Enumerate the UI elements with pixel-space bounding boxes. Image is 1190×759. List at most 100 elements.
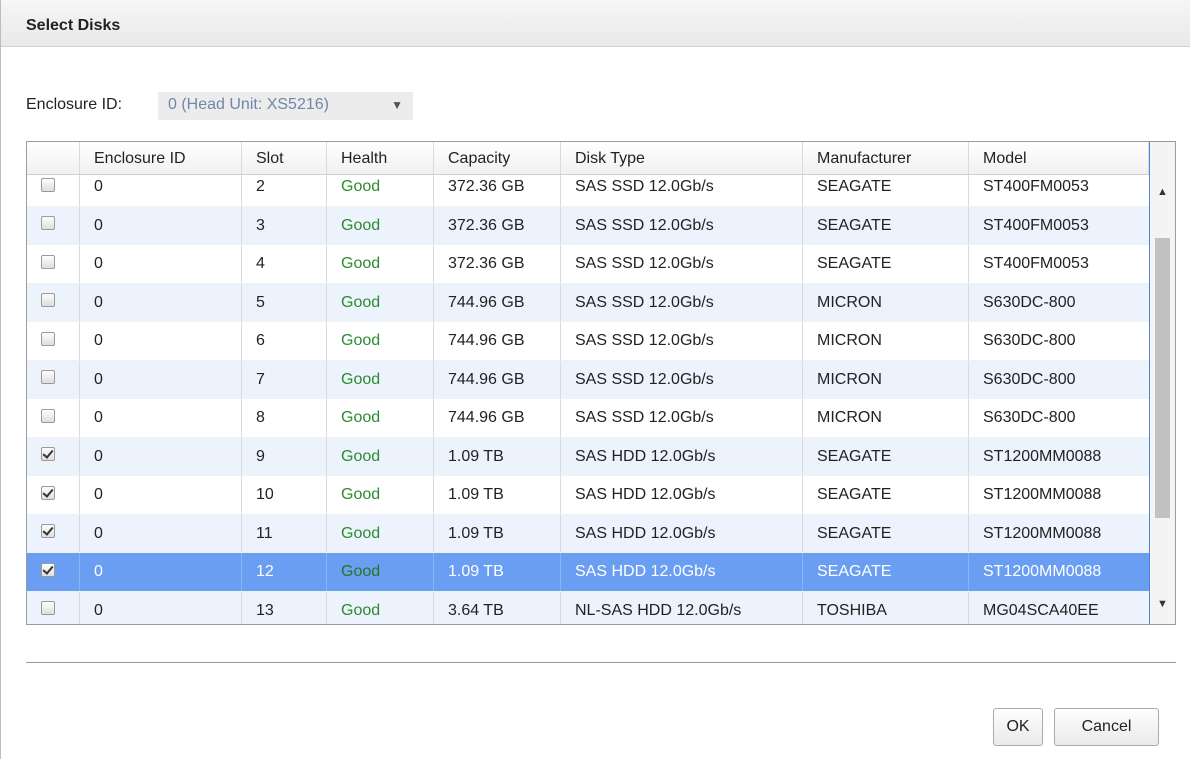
- table-row[interactable]: 0 12 Good 1.09 TB SAS HDD 12.0Gb/s SEAGATE ST1…: [27, 553, 1149, 592]
- header-col-disk-type[interactable]: Disk Type: [561, 142, 803, 174]
- capacity-cell: 744.96 GB: [434, 322, 561, 360]
- slot-cell: 13: [242, 591, 327, 624]
- slot-cell: 12: [242, 553, 327, 591]
- enclosure-id-cell: 0: [80, 437, 242, 475]
- table-row[interactable]: 0 4 Good 372.36 GB SAS SSD 12.0Gb/s SEAGATE ST…: [27, 245, 1149, 284]
- enclosure-select[interactable]: 0 (Head Unit: XS5216) ▼: [158, 92, 413, 120]
- manufacturer-cell: SEAGATE: [803, 206, 969, 244]
- slot-cell: 6: [242, 322, 327, 360]
- cancel-button[interactable]: Cancel: [1054, 708, 1159, 746]
- checkbox[interactable]: [41, 331, 55, 346]
- model-cell: S630DC-800: [983, 332, 1076, 349]
- checkbox[interactable]: [41, 177, 55, 192]
- scroll-up-icon[interactable]: ▲: [1150, 186, 1175, 206]
- disk-type-cell: SAS SSD 12.0Gb/s: [561, 322, 803, 360]
- header-col-model[interactable]: Model: [969, 142, 1149, 174]
- checkbox-checked[interactable]: [41, 447, 55, 462]
- header-col-capacity[interactable]: Capacity: [434, 142, 561, 174]
- model-cell: S630DC-800: [983, 293, 1076, 311]
- select-cell: [27, 437, 80, 475]
- model-cell: S630DC-800: [983, 370, 1076, 388]
- select-cell: [27, 591, 80, 624]
- disk-type-cell: SAS HDD 12.0Gb/s: [561, 514, 803, 552]
- model-cell: ST1200MM0088: [983, 486, 1102, 503]
- manufacturer-cell: MICRON: [803, 360, 969, 398]
- capacity-cell: 744.96 GB: [434, 399, 561, 437]
- capacity-cell: 1.09 TB: [434, 553, 561, 591]
- disk-type-cell: SAS HDD 12.0Gb/s: [561, 476, 803, 514]
- health-cell: Good: [327, 360, 434, 398]
- table-row[interactable]: 0 9 Good 1.09 TB SAS HDD 12.0Gb/s SEAGATE ST12…: [27, 437, 1149, 476]
- scroll-down-icon[interactable]: ▼: [1150, 598, 1175, 618]
- model-cell: S630DC-800: [983, 409, 1076, 426]
- disk-type-cell: SAS SSD 12.0Gb/s: [561, 245, 803, 283]
- table-row[interactable]: 0 3 Good 372.36 GB SAS SSD 12.0Gb/s SEAGATE ST…: [27, 206, 1149, 245]
- table-row[interactable]: 0 5 Good 744.96 GB SAS SSD 12.0Gb/s MICRON S63…: [27, 283, 1149, 322]
- disk-type-cell: SAS SSD 12.0Gb/s: [561, 360, 803, 398]
- table-row[interactable]: 0 6 Good 744.96 GB SAS SSD 12.0Gb/s MICRON S63…: [27, 322, 1149, 361]
- disk-type-cell: SAS HDD 12.0Gb/s: [561, 437, 803, 475]
- disk-type-cell: SAS SSD 12.0Gb/s: [561, 283, 803, 321]
- select-cell: [27, 476, 80, 514]
- disk-type-cell: SAS SSD 12.0Gb/s: [561, 399, 803, 437]
- scroll-thumb[interactable]: [1155, 238, 1170, 518]
- health-cell: Good: [327, 514, 434, 552]
- table-row[interactable]: 0 11 Good 1.09 TB SAS HDD 12.0Gb/s SEAGATE ST1…: [27, 514, 1149, 553]
- select-cell: [27, 245, 80, 283]
- manufacturer-cell: MICRON: [803, 283, 969, 321]
- checkbox-checked[interactable]: [41, 562, 55, 577]
- enclosure-id-cell: 0: [80, 514, 242, 552]
- table-row[interactable]: 0 8 Good 744.96 GB SAS SSD 12.0Gb/s MICRON S63…: [27, 399, 1149, 438]
- capacity-cell: 1.09 TB: [434, 476, 561, 514]
- table-row[interactable]: 0 7 Good 744.96 GB SAS SSD 12.0Gb/s MICRON S63…: [27, 360, 1149, 399]
- manufacturer-cell: SEAGATE: [803, 437, 969, 475]
- slot-cell: 8: [242, 399, 327, 437]
- model-cell: ST400FM0053: [983, 216, 1089, 234]
- enclosure-selected-value: 0 (Head Unit: XS5216): [168, 96, 329, 113]
- vertical-scrollbar[interactable]: ▲ ▼: [1149, 142, 1175, 624]
- header-col-slot[interactable]: Slot: [242, 142, 327, 174]
- enclosure-id-cell: 0: [80, 206, 242, 244]
- enclosure-id-cell: 0: [80, 245, 242, 283]
- select-cell: [27, 206, 80, 244]
- select-cell: [27, 360, 80, 398]
- checkbox[interactable]: [41, 370, 55, 385]
- checkbox[interactable]: [41, 601, 55, 616]
- checkbox[interactable]: [41, 216, 55, 231]
- checkbox-checked[interactable]: [41, 524, 55, 539]
- capacity-cell: 744.96 GB: [434, 360, 561, 398]
- model-cell: MG04SCA40EE: [983, 601, 1099, 619]
- health-cell: Good: [327, 476, 434, 514]
- enclosure-id-cell: 0: [80, 322, 242, 360]
- manufacturer-cell: SEAGATE: [803, 245, 969, 283]
- select-cell: [27, 553, 80, 591]
- enclosure-id-cell: 0: [80, 360, 242, 398]
- table-row[interactable]: 0 10 Good 1.09 TB SAS HDD 12.0Gb/s SEAGATE ST1…: [27, 476, 1149, 515]
- manufacturer-cell: MICRON: [803, 399, 969, 437]
- manufacturer-cell: SEAGATE: [803, 514, 969, 552]
- select-disks-dialog: Select Disks Enclosure ID: 0 (Head Unit:…: [0, 0, 1190, 759]
- enclosure-id-cell: 0: [80, 591, 242, 624]
- enclosure-id-cell: 0: [80, 553, 242, 591]
- header-col-select[interactable]: [27, 142, 80, 174]
- checkbox[interactable]: [41, 408, 55, 423]
- dialog-titlebar[interactable]: Select Disks: [1, 0, 1190, 47]
- checkbox[interactable]: [41, 293, 55, 308]
- enclosure-label: Enclosure ID:: [26, 96, 123, 113]
- checkbox-checked[interactable]: [41, 485, 55, 500]
- slot-cell: 7: [242, 360, 327, 398]
- model-cell: ST1200MM0088: [983, 447, 1102, 465]
- slot-cell: 9: [242, 437, 327, 475]
- checkbox[interactable]: [41, 254, 55, 269]
- header-col-manufacturer[interactable]: Manufacturer: [803, 142, 969, 174]
- header-col-health[interactable]: Health: [327, 142, 434, 174]
- health-cell: Good: [327, 245, 434, 283]
- capacity-cell: 3.64 TB: [434, 591, 561, 624]
- header-col-enclosure-id[interactable]: Enclosure ID: [80, 142, 242, 174]
- ok-button[interactable]: OK: [993, 708, 1043, 746]
- slot-cell: 3: [242, 206, 327, 244]
- table-row[interactable]: 0 13 Good 3.64 TB NL-SAS HDD 12.0Gb/s TOSHIBA…: [27, 591, 1149, 624]
- slot-cell: 5: [242, 283, 327, 321]
- select-cell: [27, 399, 80, 437]
- footer-divider: [26, 662, 1176, 663]
